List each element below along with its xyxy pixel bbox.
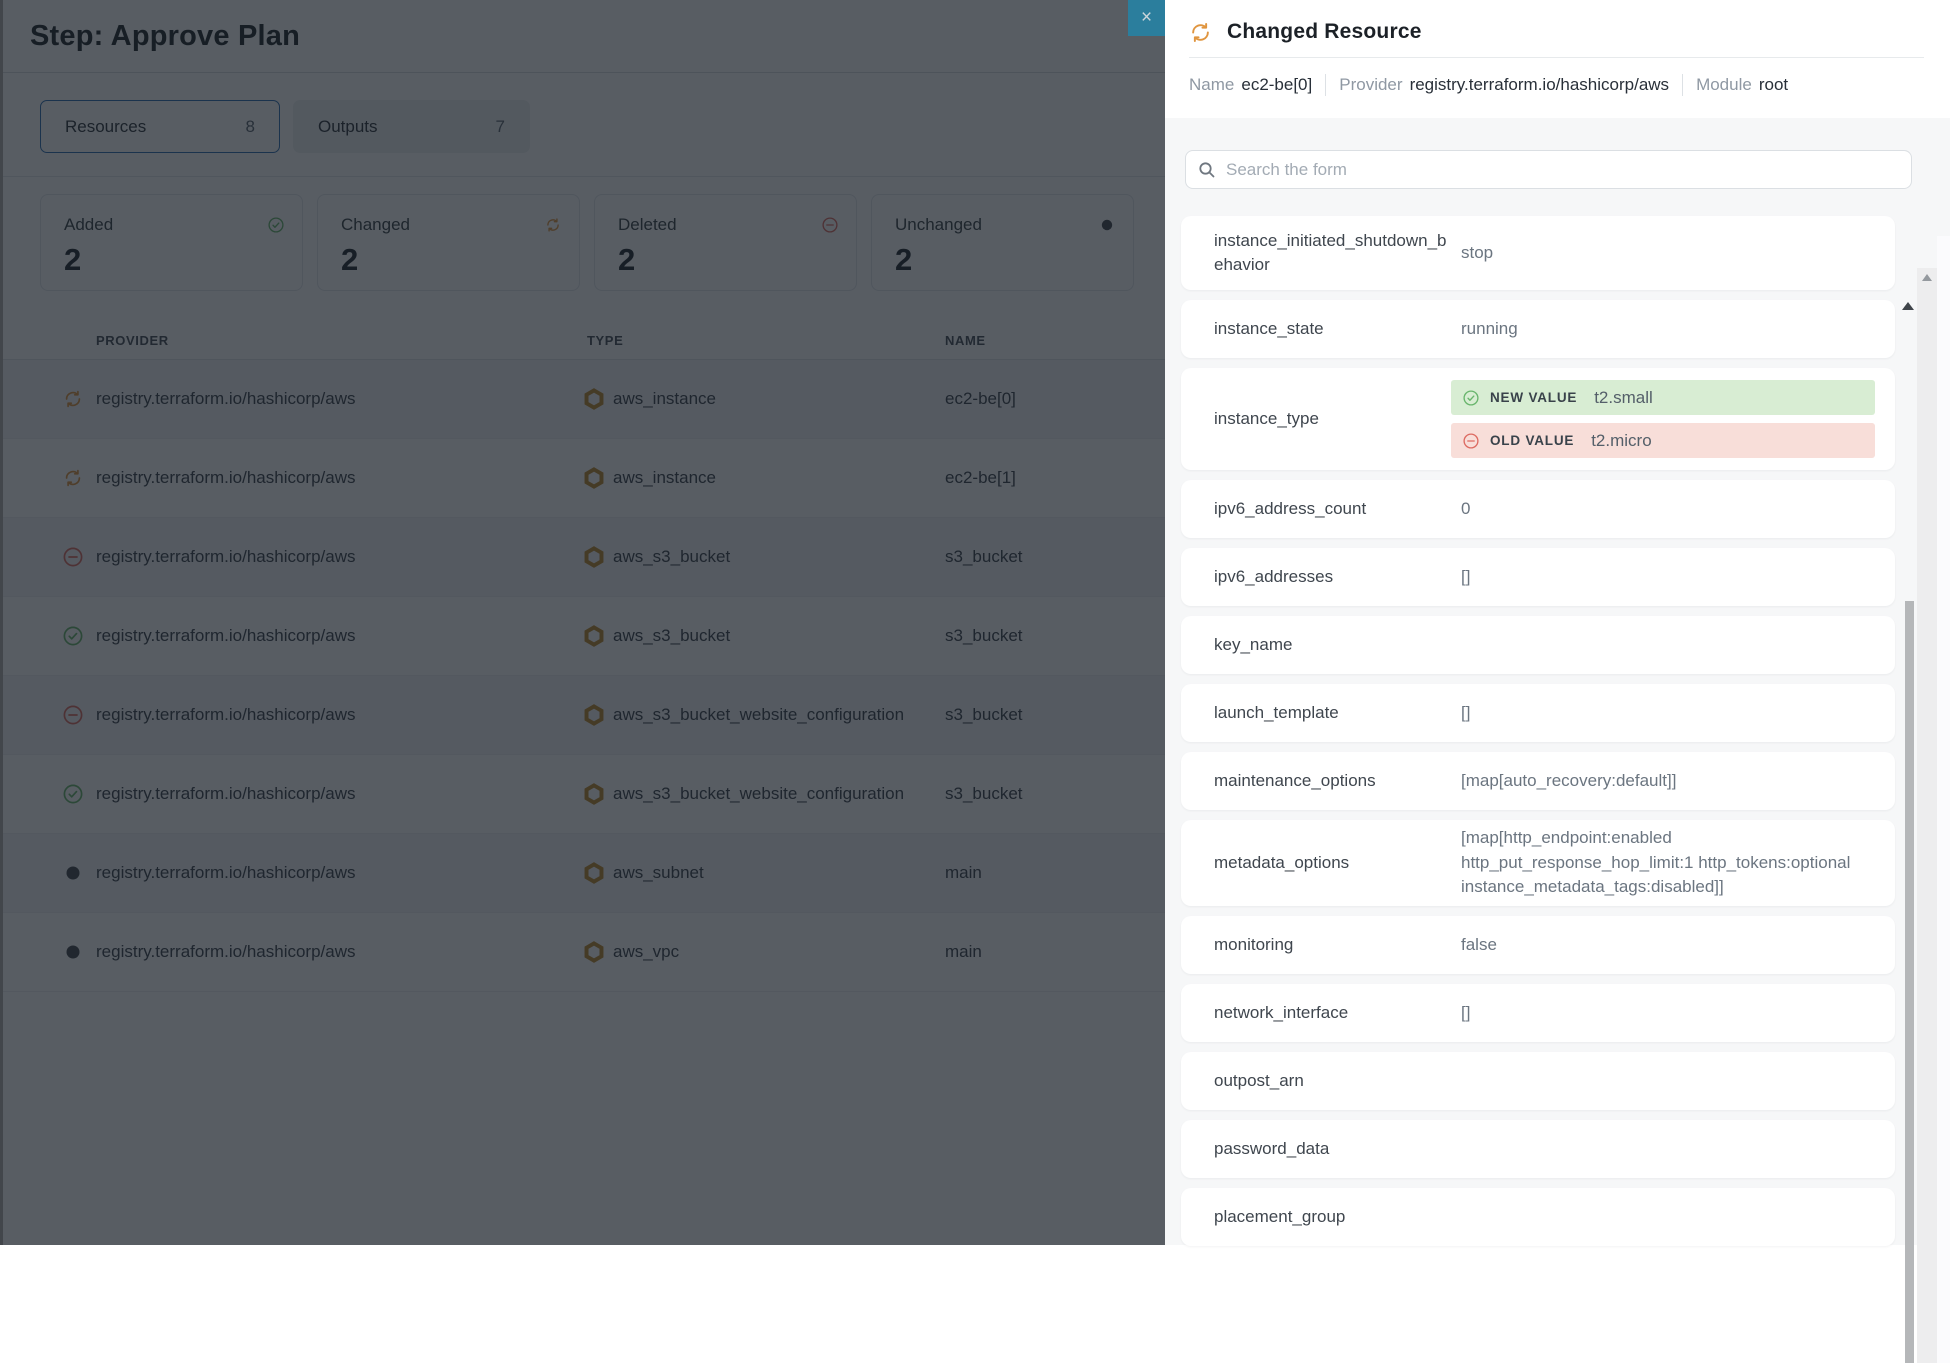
panel-header: Changed Resource Name ec2-be[0] Provider…: [1165, 0, 1950, 98]
list-scrollbar-thumb[interactable]: [1905, 601, 1914, 1363]
form-row: ipv6_addresses []: [1181, 548, 1895, 606]
resource-meta-row: Name ec2-be[0] Provider registry.terrafo…: [1189, 72, 1924, 98]
form-row: instance_state running: [1181, 300, 1895, 358]
meta-separator: [1325, 74, 1326, 96]
old-value-text: t2.micro: [1591, 431, 1651, 451]
form-row: launch_template []: [1181, 684, 1895, 742]
field-value: [map[auto_recovery:default]]: [1461, 769, 1875, 794]
old-value-label: OLD VALUE: [1490, 433, 1574, 448]
form-row: key_name: [1181, 616, 1895, 674]
field-label: network_interface: [1214, 1001, 1461, 1025]
field-label: password_data: [1214, 1137, 1461, 1161]
field-label: ipv6_addresses: [1214, 565, 1461, 589]
new-value-label: NEW VALUE: [1490, 390, 1577, 405]
field-value: [map[http_endpoint:enabled http_put_resp…: [1461, 826, 1875, 900]
field-label: monitoring: [1214, 933, 1461, 957]
list-scroll-up-arrow-icon[interactable]: [1902, 302, 1914, 310]
field-value: stop: [1461, 241, 1875, 266]
field-value: []: [1461, 1001, 1875, 1026]
form-row-instance-type: instance_type NEW VALUE t2.small OLD VAL…: [1181, 368, 1895, 470]
close-panel-button[interactable]: ×: [1128, 0, 1165, 36]
field-label: instance_type: [1214, 407, 1461, 431]
field-label: instance_state: [1214, 317, 1461, 341]
meta-provider-label: Provider: [1339, 75, 1402, 95]
check-circle-icon: [1463, 390, 1479, 406]
meta-separator: [1682, 74, 1683, 96]
meta-name-value: ec2-be[0]: [1241, 75, 1312, 95]
close-icon: ×: [1141, 7, 1152, 29]
panel-title: Changed Resource: [1227, 20, 1422, 44]
field-label: metadata_options: [1214, 851, 1461, 875]
refresh-circle-icon: [1189, 21, 1212, 44]
panel-body: instance_initiated_shutdown_behavior sto…: [1165, 118, 1950, 1245]
new-value-badge: NEW VALUE t2.small: [1451, 380, 1875, 415]
field-value: 0: [1461, 497, 1875, 522]
field-label: key_name: [1214, 633, 1461, 657]
meta-module-value: root: [1759, 75, 1788, 95]
form-row: instance_initiated_shutdown_behavior sto…: [1181, 216, 1895, 290]
field-label: maintenance_options: [1214, 769, 1461, 793]
field-value: false: [1461, 933, 1875, 958]
panel-right-margin: [1937, 236, 1950, 1363]
scroll-up-arrow-icon[interactable]: [1922, 274, 1932, 281]
modal-dim-overlay[interactable]: [0, 0, 1165, 1245]
meta-provider-value: registry.terraform.io/hashicorp/aws: [1410, 75, 1670, 95]
left-edge-divider: [0, 0, 3, 1245]
form-row: network_interface []: [1181, 984, 1895, 1042]
field-label: launch_template: [1214, 701, 1461, 725]
field-label: ipv6_address_count: [1214, 497, 1461, 521]
form-row: metadata_options [map[http_endpoint:enab…: [1181, 820, 1895, 906]
form-row: monitoring false: [1181, 916, 1895, 974]
minus-circle-icon: [1463, 433, 1479, 449]
outer-scrollbar-track[interactable]: [1917, 268, 1937, 1363]
field-label: instance_initiated_shutdown_behavior: [1214, 229, 1461, 277]
search-icon: [1198, 161, 1215, 178]
changed-resource-panel: Changed Resource Name ec2-be[0] Provider…: [1165, 0, 1950, 1245]
field-value: []: [1461, 565, 1875, 590]
form-row: outpost_arn: [1181, 1052, 1895, 1110]
form-row: maintenance_options [map[auto_recovery:d…: [1181, 752, 1895, 810]
panel-divider: [1189, 57, 1924, 58]
new-value-text: t2.small: [1594, 388, 1653, 408]
form-row: placement_group: [1181, 1188, 1895, 1246]
field-label: outpost_arn: [1214, 1069, 1461, 1093]
field-value: []: [1461, 701, 1875, 726]
meta-name-label: Name: [1189, 75, 1234, 95]
form-list: instance_initiated_shutdown_behavior sto…: [1181, 216, 1895, 1256]
field-value: running: [1461, 317, 1875, 342]
form-row: password_data: [1181, 1120, 1895, 1178]
old-value-badge: OLD VALUE t2.micro: [1451, 423, 1875, 458]
field-label: placement_group: [1214, 1205, 1461, 1229]
meta-module-label: Module: [1696, 75, 1752, 95]
form-search-box[interactable]: [1185, 150, 1912, 189]
form-row: ipv6_address_count 0: [1181, 480, 1895, 538]
search-input[interactable]: [1226, 160, 1899, 180]
